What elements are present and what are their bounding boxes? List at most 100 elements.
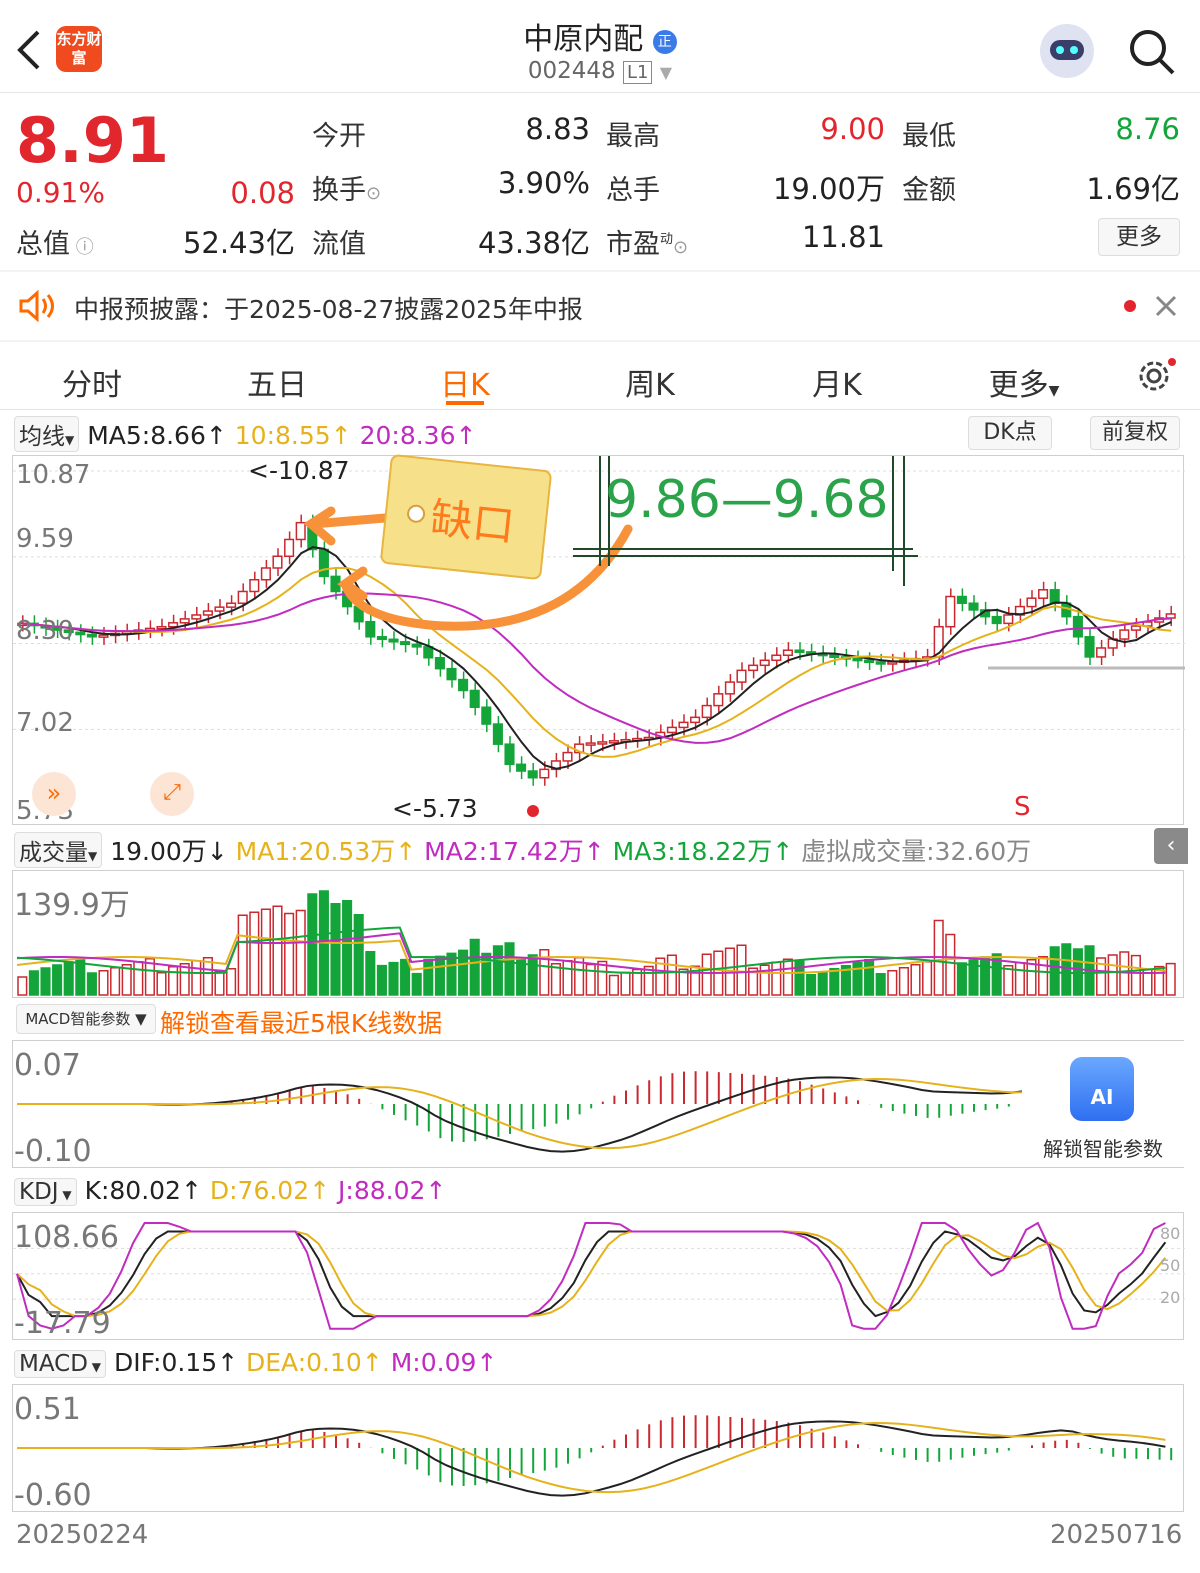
- speaker-icon: [19, 290, 54, 322]
- notice-text[interactable]: 中报预披露：于2025-08-27披露2025年中报: [74, 290, 583, 326]
- volume-bar: [191, 960, 202, 996]
- macd-chart[interactable]: [12, 1384, 1184, 1512]
- candle-body: [516, 763, 527, 772]
- candle-body: [237, 590, 248, 604]
- macd-dea: DEA:0.10↑: [246, 1348, 383, 1377]
- verified-badge: 正: [652, 30, 677, 54]
- notice-dot: [1124, 300, 1136, 312]
- volume-bar: [620, 971, 631, 996]
- collapse-panel-icon[interactable]: ‹: [1154, 828, 1188, 864]
- tab-five-day[interactable]: 五日: [207, 360, 347, 404]
- candle-body: [376, 636, 387, 641]
- close-icon[interactable]: [1154, 294, 1178, 318]
- low-marker: <-5.73: [392, 794, 478, 823]
- amount-label: 金额: [902, 175, 956, 206]
- macd-smart-chart[interactable]: [12, 1040, 1184, 1168]
- y-tick: 8.30: [16, 616, 74, 646]
- candle-body: [527, 770, 538, 779]
- y-tick: 9.59: [16, 524, 74, 554]
- end-date: 20250716: [1050, 1520, 1183, 1550]
- tab-more[interactable]: 更多▼: [954, 360, 1094, 404]
- candle-body: [168, 622, 179, 628]
- fullscreen-icon[interactable]: ⤢: [150, 772, 194, 816]
- y-tick: -0.60: [14, 1478, 92, 1513]
- volume-bar: [260, 908, 271, 996]
- volume-label: 总手: [606, 175, 660, 206]
- high-label: 最高: [606, 121, 660, 152]
- volume-bar: [945, 933, 956, 996]
- volume-bar: [736, 944, 747, 996]
- candle-body: [504, 743, 515, 766]
- low-value: 8.76: [1115, 112, 1180, 146]
- expand-right-icon[interactable]: »: [32, 772, 76, 816]
- volume-selector[interactable]: 成交量▼: [14, 832, 103, 868]
- more-quote-button[interactable]: 更多: [1098, 218, 1180, 256]
- volume-bar: [86, 972, 97, 996]
- tab-monthly-k[interactable]: 月K: [767, 360, 907, 404]
- ai-unlock-card[interactable]: AI 解锁智能参数: [1022, 1041, 1184, 1167]
- unlock-link[interactable]: 解锁查看最近5根K线数据: [160, 1004, 442, 1040]
- kdj-selector[interactable]: KDJ ▼: [14, 1178, 77, 1206]
- candle-body: [400, 641, 411, 646]
- tab-weekly-k[interactable]: 周K: [580, 360, 720, 404]
- gap-range-annotation: 9.86—9.68: [605, 470, 889, 530]
- volume-bar: [214, 971, 225, 996]
- candle-body: [794, 649, 805, 653]
- candle-body: [782, 649, 793, 656]
- candle-body: [1130, 625, 1141, 631]
- candle-body: [945, 595, 956, 628]
- dropdown-icon[interactable]: ▼: [660, 63, 672, 82]
- vol-max-tick: 139.9万: [14, 888, 130, 923]
- candle-body: [852, 657, 863, 662]
- candle-body: [1072, 615, 1083, 638]
- volume-bar: [307, 893, 318, 996]
- float-label: 流值: [312, 229, 366, 260]
- candle-body: [597, 741, 608, 745]
- volume-bar: [52, 964, 63, 996]
- candle-body: [156, 625, 167, 630]
- dk-point-button[interactable]: DK点: [968, 416, 1052, 450]
- y-tick: -17.79: [14, 1306, 111, 1341]
- stock-code: 002448 L1 ▼: [527, 58, 673, 84]
- candle-body: [481, 706, 492, 725]
- candle-body: [75, 631, 86, 636]
- volume-bar: [133, 961, 144, 996]
- candle-body: [539, 768, 550, 779]
- candle-body: [678, 721, 689, 729]
- adjust-button[interactable]: 前复权: [1090, 416, 1180, 450]
- candle-body: [724, 681, 735, 695]
- vol-virtual: 虚拟成交量:32.60万: [801, 837, 1032, 866]
- open-label: 今开: [312, 121, 366, 152]
- volume-current: 19.00万↓: [110, 837, 228, 866]
- candle-body: [759, 659, 770, 667]
- kdj-line: [16, 1221, 1166, 1330]
- vol-ma1: MA1:20.53万↑: [235, 837, 417, 866]
- candle-body: [295, 521, 306, 541]
- volume-bar: [295, 909, 306, 996]
- kdj-chart[interactable]: [12, 1212, 1185, 1340]
- assistant-avatar-icon[interactable]: [1040, 24, 1094, 78]
- tab-daily-k[interactable]: 日K: [395, 360, 535, 404]
- volume-bar: [1038, 956, 1049, 996]
- volume-bar: [562, 960, 573, 996]
- candle-body: [434, 657, 445, 670]
- candle-body: [492, 723, 503, 745]
- tab-intraday[interactable]: 分时: [22, 360, 162, 404]
- settings-gear-icon[interactable]: [1136, 356, 1176, 396]
- volume-chart[interactable]: [12, 870, 1184, 998]
- search-icon[interactable]: [1126, 26, 1178, 78]
- macd-line: [17, 1422, 1166, 1494]
- volume-bar: [1049, 946, 1060, 996]
- volume-bar: [1107, 954, 1118, 996]
- volume-bar: [898, 967, 909, 996]
- candle-body: [585, 742, 596, 746]
- macd-selector[interactable]: MACD ▼: [14, 1350, 106, 1378]
- candle-body: [771, 654, 782, 662]
- macd-smart-selector[interactable]: MACD智能参数 ▼: [16, 1004, 156, 1034]
- ma-selector[interactable]: 均线▼: [14, 416, 80, 452]
- kdj-d: D:76.02↑: [209, 1176, 331, 1205]
- volume-bar: [28, 970, 39, 996]
- y-tick: 108.66: [14, 1220, 119, 1255]
- candle-body: [1049, 589, 1060, 604]
- kline-chart[interactable]: [12, 406, 1185, 825]
